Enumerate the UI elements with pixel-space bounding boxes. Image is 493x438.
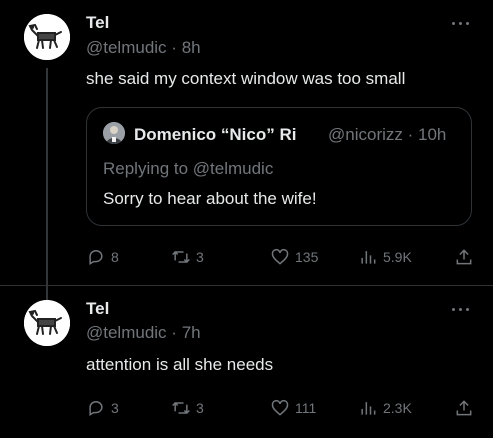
quote-replying-to: Replying to @telmudic: [103, 159, 274, 178]
bar-chart-icon: [361, 402, 376, 415]
like-button[interactable]: 111: [270, 397, 316, 419]
reply-button[interactable]: 3: [86, 397, 119, 419]
separator: ·: [171, 323, 182, 342]
retweet-button[interactable]: 3: [171, 397, 204, 419]
quote-handle: @nicorizz: [328, 125, 403, 144]
quote-handle-time: @nicorizz · 10h: [328, 125, 446, 145]
action-bar: 8 3 135 5.9K: [86, 246, 476, 268]
timestamp[interactable]: 7h: [182, 323, 201, 342]
display-name[interactable]: Tel: [86, 13, 109, 33]
share-upload-icon: [456, 400, 472, 416]
timestamp[interactable]: 8h: [182, 38, 201, 57]
retweet-icon: [172, 250, 190, 264]
retweet-button[interactable]: 3: [171, 246, 204, 268]
share-button[interactable]: [454, 246, 474, 268]
bar-chart-icon: [361, 251, 376, 264]
views-button[interactable]: 2.3K: [358, 397, 412, 419]
separator: ·: [407, 125, 419, 144]
robot-dog-avatar-icon: [24, 300, 70, 346]
handle[interactable]: @telmudic: [86, 323, 167, 342]
quote-display-name: Domenico “Nico” Ri: [134, 125, 297, 144]
retweet-count: 3: [196, 249, 204, 265]
like-button[interactable]: 135: [270, 246, 318, 268]
share-upload-icon: [456, 249, 472, 265]
more-dots-icon[interactable]: [449, 16, 473, 32]
speech-bubble-icon: [89, 250, 103, 266]
reply-count: 8: [111, 249, 119, 265]
like-count: 135: [295, 249, 319, 265]
tweet[interactable]: Tel @telmudic · 7h attention is all she …: [0, 286, 493, 438]
separator: ·: [171, 38, 182, 57]
quote-text: Sorry to hear about the wife!: [103, 189, 317, 208]
tweet-text: attention is all she needs: [86, 355, 274, 374]
quote-timestamp: 10h: [418, 125, 447, 144]
reply-count: 3: [111, 400, 119, 416]
display-name[interactable]: Tel: [86, 299, 109, 319]
share-button[interactable]: [454, 397, 474, 419]
robot-dog-avatar-icon: [24, 14, 70, 60]
person-avatar-icon: [103, 122, 125, 144]
handle-time: @telmudic · 7h: [86, 323, 201, 343]
speech-bubble-icon: [89, 401, 103, 417]
avatar[interactable]: [24, 14, 70, 60]
retweet-icon: [172, 401, 190, 415]
handle[interactable]: @telmudic: [86, 38, 167, 57]
views-count: 5.9K: [383, 249, 412, 265]
more-dots-icon[interactable]: [449, 302, 473, 318]
like-count: 111: [295, 400, 317, 416]
retweet-count: 3: [196, 400, 204, 416]
avatar[interactable]: [24, 300, 70, 346]
heart-icon: [271, 399, 289, 416]
views-count: 2.3K: [383, 400, 412, 416]
handle-time: @telmudic · 8h: [86, 38, 201, 58]
action-bar: 3 3 111 2.3K: [86, 397, 476, 419]
quote-avatar: [103, 122, 125, 144]
quote-tweet[interactable]: Domenico “Nico” Ri @nicorizz · 10h Reply…: [86, 107, 472, 226]
heart-icon: [271, 248, 289, 265]
reply-button[interactable]: 8: [86, 246, 119, 268]
tweet-text: she said my context window was too small: [86, 69, 406, 88]
tweet[interactable]: Tel @telmudic · 8h she said my context w…: [0, 0, 493, 285]
views-button[interactable]: 5.9K: [358, 246, 412, 268]
